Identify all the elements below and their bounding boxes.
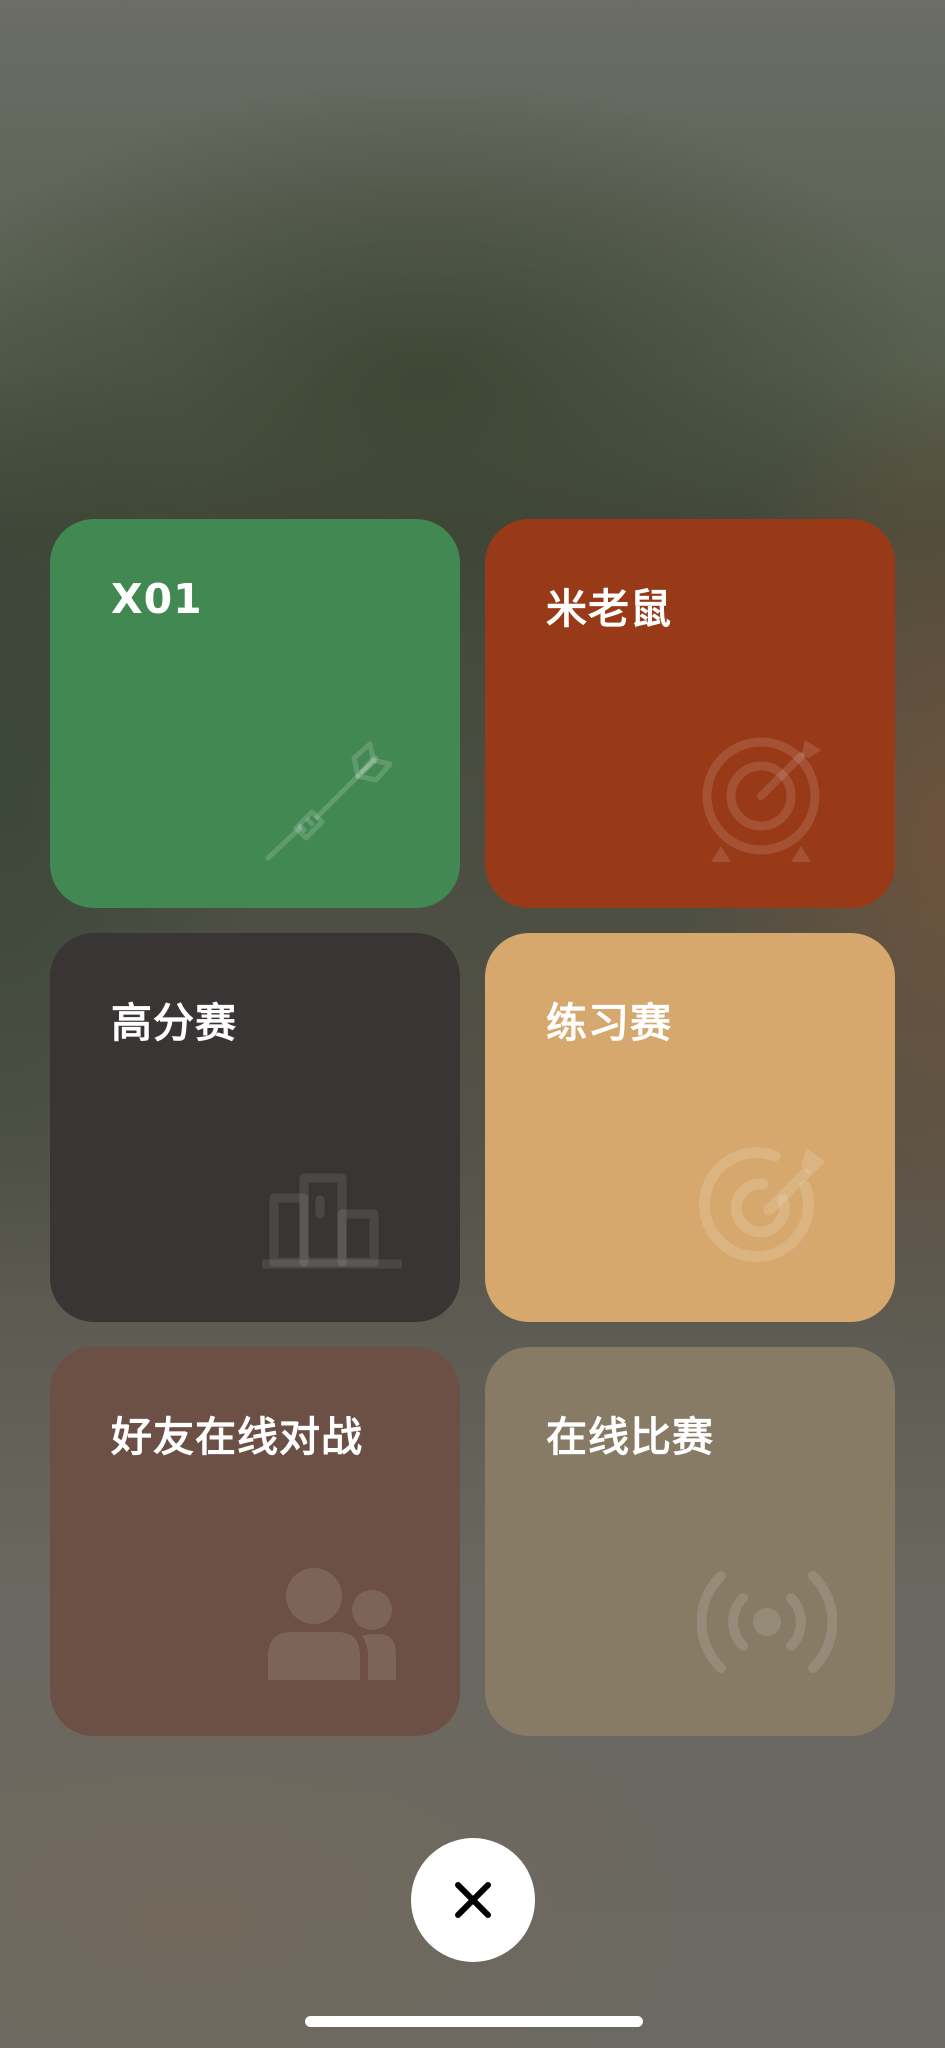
mode-tile-online-friends[interactable]: 好友在线对战 [50, 1347, 460, 1736]
mode-tile-online-match[interactable]: 在线比赛 [485, 1347, 895, 1736]
mode-tile-x01[interactable]: X01 [50, 519, 460, 908]
bullseye-arrow-icon [697, 1138, 837, 1278]
mode-title: 高分赛 [111, 999, 237, 1047]
mode-title: 练习赛 [546, 999, 672, 1047]
mode-title: 米老鼠 [546, 585, 672, 633]
game-mode-grid: X01 米老鼠 高分赛 练习赛 好友在线对战 在线比赛 [50, 519, 895, 1736]
mode-tile-high-score[interactable]: 高分赛 [50, 933, 460, 1322]
mode-title: 在线比赛 [546, 1413, 714, 1461]
home-indicator[interactable] [305, 2016, 643, 2027]
mode-tile-mickey-mouse[interactable]: 米老鼠 [485, 519, 895, 908]
mode-tile-practice[interactable]: 练习赛 [485, 933, 895, 1322]
podium-icon [262, 1138, 402, 1278]
close-icon [455, 1882, 491, 1918]
close-button[interactable] [411, 1838, 535, 1962]
dart-icon [262, 724, 402, 864]
mode-title: X01 [111, 575, 203, 623]
mode-title: 好友在线对战 [111, 1413, 363, 1461]
friends-icon [262, 1552, 402, 1692]
broadcast-icon [697, 1552, 837, 1692]
target-dart-icon [697, 724, 837, 864]
